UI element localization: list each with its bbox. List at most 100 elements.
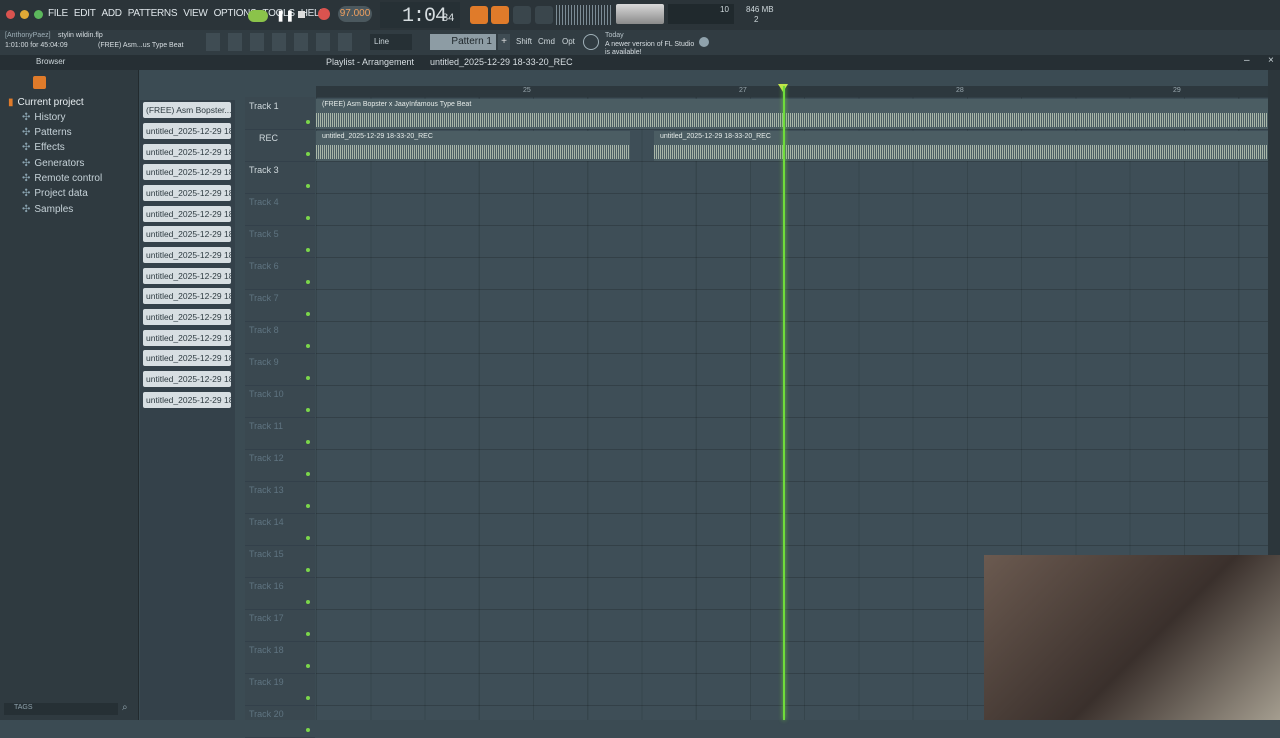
ruler-tick: 27: [739, 87, 747, 94]
track-header[interactable]: Track 6: [245, 257, 315, 290]
search-icon[interactable]: ⌕: [122, 702, 128, 713]
audio-clip[interactable]: (FREE) Asm Bopster x JaayInfamous Type B…: [316, 99, 1268, 129]
window-titles: Browser Playlist - Arrangement untitled_…: [0, 55, 1280, 70]
pattern-selector[interactable]: Pattern 1: [430, 34, 496, 50]
browser-item-remote-control[interactable]: ✣ Remote control: [22, 173, 102, 184]
menu-patterns[interactable]: PATTERNS: [126, 8, 179, 19]
play-icon[interactable]: ❚❚: [276, 9, 294, 22]
waveform: [654, 145, 1268, 159]
news-icon[interactable]: [583, 34, 599, 50]
timeline-ruler[interactable]: 25 27 28 29: [316, 84, 1268, 97]
track-header[interactable]: Track 15: [245, 545, 315, 578]
browser-item-history[interactable]: ✣ History: [22, 112, 66, 123]
view-mixer-icon[interactable]: [272, 33, 286, 51]
menu-view[interactable]: VIEW: [181, 8, 209, 19]
track-header[interactable]: Track 17: [245, 609, 315, 642]
menu-add[interactable]: ADD: [100, 8, 124, 19]
record-icon[interactable]: [318, 8, 330, 20]
view-channel-rack-icon[interactable]: [228, 33, 242, 51]
minimize-playlist-icon[interactable]: –: [1244, 55, 1250, 66]
clip-item[interactable]: untitled_2025-12-29 18-...: [143, 164, 231, 180]
view-piano-roll-icon[interactable]: [250, 33, 264, 51]
project-time-hint: 1:01:00 for 45:04:09: [5, 42, 68, 49]
snap-select[interactable]: Line: [370, 34, 412, 50]
clip-item[interactable]: untitled_2025-12-29 18-...: [143, 268, 231, 284]
track-header[interactable]: Track 9: [245, 353, 315, 386]
clip-item[interactable]: (FREE) Asm Bopster...: [143, 102, 231, 118]
project-file-name: stylin wildin.flp: [58, 32, 103, 39]
tags-search[interactable]: TAGS: [4, 703, 118, 715]
track-header[interactable]: Track 7: [245, 289, 315, 322]
add-pattern-icon[interactable]: +: [498, 34, 510, 50]
clip-item[interactable]: untitled_2025-12-29 18-...: [143, 392, 231, 408]
playlist-breadcrumb[interactable]: untitled_2025-12-29 18-33-20_REC: [430, 57, 573, 67]
clip-item[interactable]: untitled_2025-12-29 18-...: [143, 206, 231, 222]
news-date: Today: [605, 32, 624, 39]
track-header[interactable]: Track 16: [245, 577, 315, 610]
audio-clip[interactable]: untitled_2025-12-29 18-33-20_REC: [316, 131, 630, 161]
microphone-icon[interactable]: [338, 33, 352, 51]
settings-icon[interactable]: [699, 37, 709, 47]
view-playlist-icon[interactable]: [206, 33, 220, 51]
clip-item[interactable]: untitled_2025-12-29 18-...: [143, 247, 231, 263]
clip-item[interactable]: untitled_2025-12-29 18-...: [143, 185, 231, 201]
track-header[interactable]: Track 19: [245, 673, 315, 706]
folder-icon[interactable]: [33, 76, 46, 89]
main-toolbar: FILE EDIT ADD PATTERNS VIEW OPTIONS TOOL…: [0, 0, 1280, 30]
menu-file[interactable]: FILE: [46, 8, 70, 19]
track-header[interactable]: Track 13: [245, 481, 315, 514]
browser-item-effects[interactable]: ✣ Effects: [22, 142, 65, 153]
clip-item[interactable]: untitled_2025-12-29 18-...: [143, 309, 231, 325]
track-header[interactable]: Track 3: [245, 161, 315, 194]
browser-item-project-data[interactable]: ✣ Project data: [22, 188, 88, 199]
clip-item[interactable]: untitled_2025-12-29 18-...: [143, 144, 231, 160]
memory-value: 846 MB: [746, 5, 774, 14]
zoom-window-icon[interactable]: [34, 10, 43, 19]
track-header[interactable]: Track 1: [245, 97, 315, 130]
track-header[interactable]: Track 18: [245, 641, 315, 674]
browser-item-current-project[interactable]: ▮ Current project: [8, 97, 84, 108]
clip-item[interactable]: untitled_2025-12-29 18-...: [143, 226, 231, 242]
wait-icon[interactable]: [513, 6, 531, 24]
close-playlist-icon[interactable]: ×: [1268, 55, 1274, 66]
opt-button[interactable]: Opt: [562, 37, 575, 46]
tempo-display[interactable]: 97.000: [338, 6, 372, 22]
song-mode-toggle[interactable]: [248, 10, 268, 22]
countdown-icon[interactable]: [535, 6, 553, 24]
record-mode-icon[interactable]: [491, 6, 509, 24]
arrow-icon[interactable]: [316, 33, 330, 51]
menu-edit[interactable]: EDIT: [72, 8, 98, 19]
metronome-icon[interactable]: [470, 6, 488, 24]
view-plugin-icon[interactable]: [294, 33, 308, 51]
shift-button[interactable]: Shift: [516, 37, 532, 46]
stop-icon[interactable]: [298, 11, 305, 18]
waveform: [316, 145, 630, 159]
track-header[interactable]: Track 20: [245, 705, 315, 738]
cmd-button[interactable]: Cmd: [538, 37, 555, 46]
minimize-window-icon[interactable]: [20, 10, 29, 19]
master-volume-slider[interactable]: [616, 4, 664, 24]
browser-item-samples[interactable]: ✣ Samples: [22, 204, 73, 215]
playlist-title: Playlist - Arrangement: [326, 57, 415, 67]
clip-item[interactable]: untitled_2025-12-29 18-...: [143, 371, 231, 387]
clip-item[interactable]: untitled_2025-12-29 18-...: [143, 288, 231, 304]
webcam-overlay: [984, 555, 1280, 720]
track-header[interactable]: Track 4: [245, 193, 315, 226]
clip-item[interactable]: untitled_2025-12-29 18-...: [143, 123, 231, 139]
track-header[interactable]: Track 12: [245, 449, 315, 482]
browser-item-generators[interactable]: ✣ Generators: [22, 158, 84, 169]
audio-clip[interactable]: untitled_2025-12-29 18-33-20_REC: [654, 131, 1268, 161]
clip-item[interactable]: untitled_2025-12-29 18-...: [143, 350, 231, 366]
track-header[interactable]: Track 11: [245, 417, 315, 450]
track-header[interactable]: Track 14: [245, 513, 315, 546]
close-window-icon[interactable]: [6, 10, 15, 19]
track-header[interactable]: Track 10: [245, 385, 315, 418]
playhead[interactable]: [783, 86, 785, 720]
clip-item[interactable]: untitled_2025-12-29 18-...: [143, 330, 231, 346]
track-header[interactable]: REC: [245, 129, 315, 162]
track-headers: Track 1 REC Track 3 Track 4 Track 5 Trac…: [245, 97, 315, 738]
browser-item-patterns[interactable]: ✣ Patterns: [22, 127, 72, 138]
track-header[interactable]: Track 8: [245, 321, 315, 354]
track-header[interactable]: Track 5: [245, 225, 315, 258]
browser-title: Browser: [36, 57, 66, 66]
